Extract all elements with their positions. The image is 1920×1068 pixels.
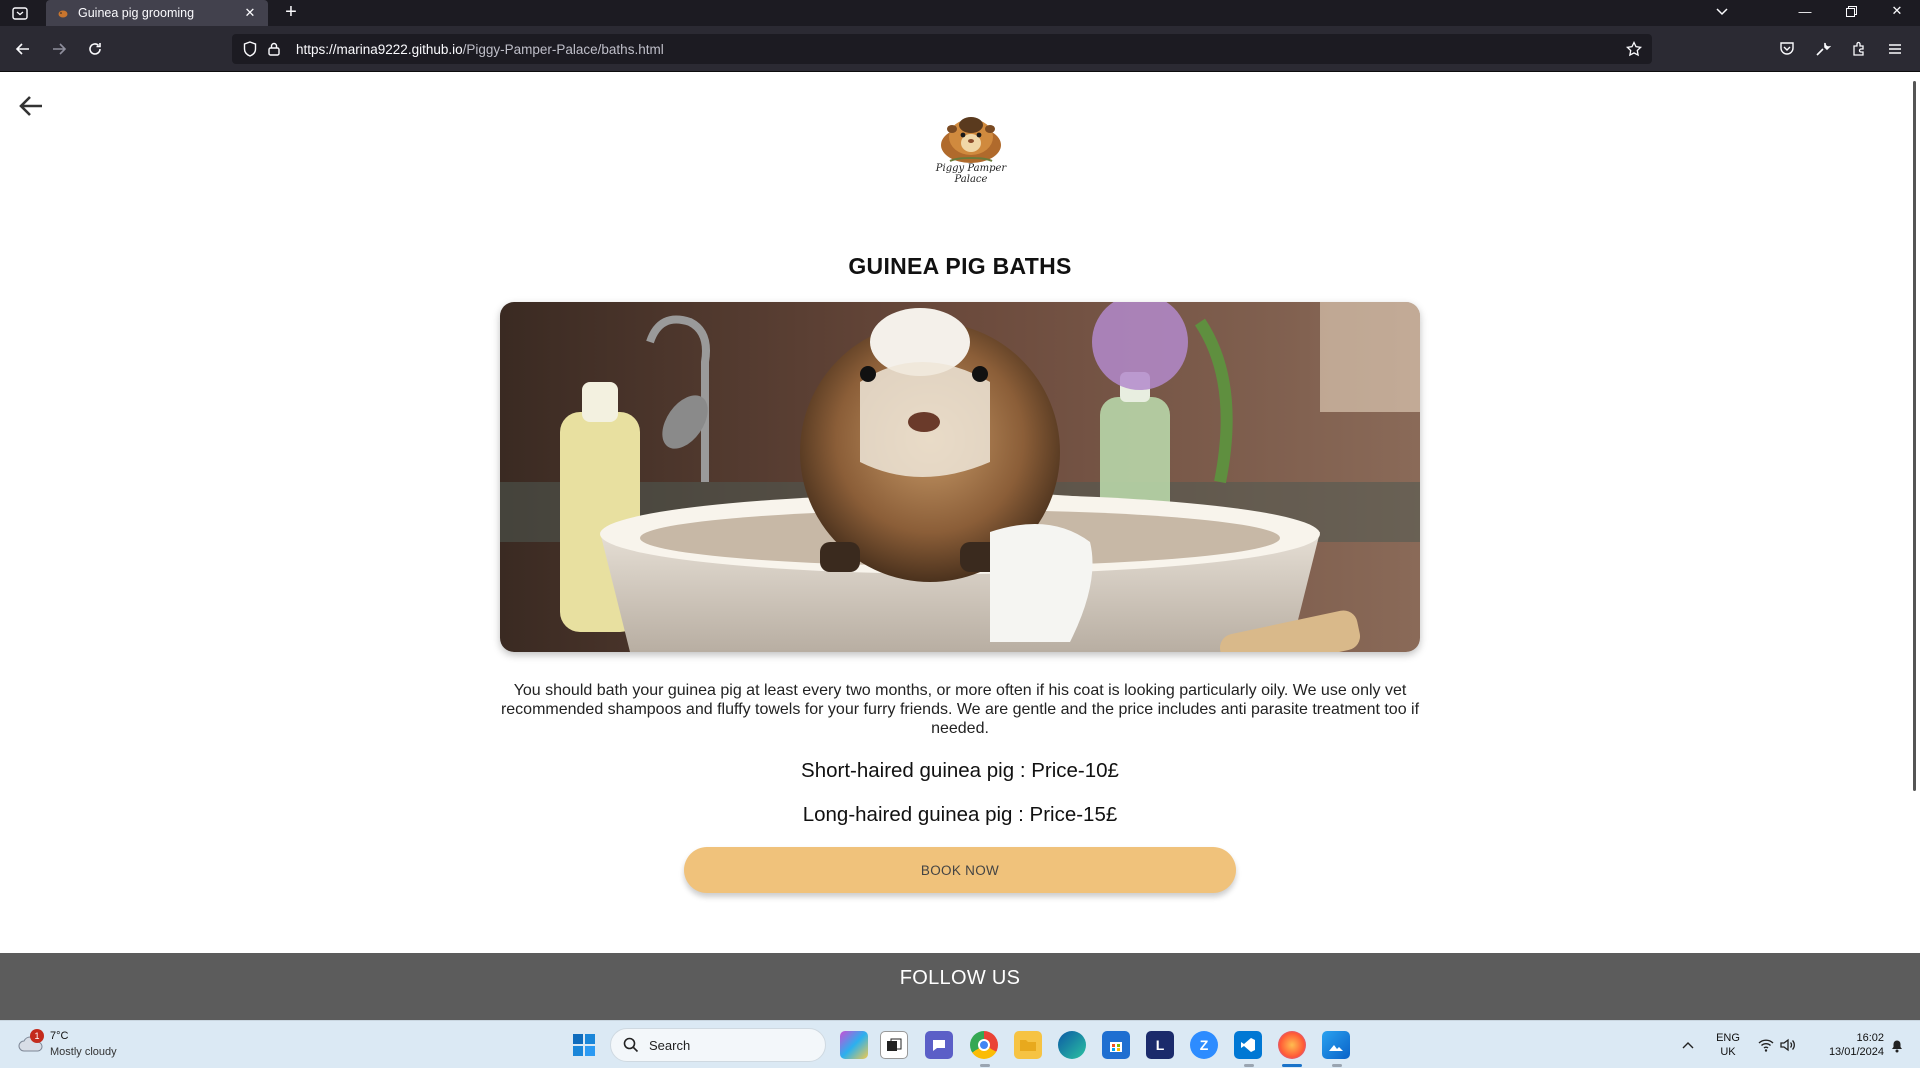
weather-condition: Mostly cloudy [50, 1046, 117, 1058]
wifi-icon[interactable] [1754, 1033, 1778, 1057]
edge-icon[interactable] [1058, 1031, 1086, 1059]
long-hair-price: Long-haired guinea pig : Price-15£ [802, 803, 1118, 826]
search-icon [623, 1037, 639, 1053]
weather-temperature: 7°C [50, 1030, 69, 1042]
book-now-button[interactable]: BOOK NOW [684, 847, 1236, 893]
microsoft-store-icon[interactable] [1102, 1031, 1130, 1059]
chevron-down-icon[interactable] [1710, 0, 1734, 22]
hamburger-menu-icon[interactable] [1884, 38, 1906, 60]
forward-icon[interactable] [46, 36, 72, 62]
firefox-icon[interactable] [1278, 1031, 1306, 1059]
guinea-pig-favicon-icon [56, 6, 70, 20]
reload-icon[interactable] [82, 36, 108, 62]
scrollbar-thumb[interactable] [1913, 81, 1916, 791]
browser-navigation-bar: https://marina9222.github.io/Piggy-Pampe… [0, 26, 1920, 72]
active-tab[interactable]: Guinea pig grooming ✕ [46, 0, 268, 26]
photos-app-icon[interactable] [1322, 1031, 1350, 1059]
browser-tab-bar: Guinea pig grooming ✕ + — ✕ [0, 0, 1920, 26]
zoom-icon[interactable]: Z [1190, 1031, 1218, 1059]
notification-badge: 1 [30, 1029, 44, 1043]
page-title: GUINEA PIG BATHS [848, 253, 1072, 279]
bookmark-star-icon[interactable] [1624, 39, 1644, 59]
close-tab-icon[interactable]: ✕ [242, 5, 258, 21]
new-tab-plus-icon[interactable]: + [280, 0, 302, 24]
site-logo[interactable]: Piggy Pamper Palace [928, 107, 1014, 201]
windows-start-icon[interactable] [572, 1033, 596, 1057]
hero-image-guinea-pig-in-bath [500, 302, 1420, 652]
volume-icon[interactable] [1776, 1033, 1800, 1057]
extensions-icon[interactable] [1848, 38, 1870, 60]
minimize-window-icon[interactable]: — [1782, 0, 1828, 22]
file-explorer-icon[interactable] [1014, 1031, 1042, 1059]
chevron-up-icon[interactable] [1676, 1033, 1700, 1057]
close-window-icon[interactable]: ✕ [1874, 0, 1920, 22]
lock-icon[interactable] [264, 39, 284, 59]
task-view-icon[interactable] [880, 1031, 908, 1059]
chrome-running-indicator [980, 1064, 990, 1067]
tracking-shield-icon[interactable] [240, 39, 260, 59]
chrome-icon[interactable] [970, 1031, 998, 1059]
web-page: Piggy Pamper Palace GUINEA PIG BATHS You… [0, 73, 1920, 1020]
address-bar[interactable]: https://marina9222.github.io/Piggy-Pampe… [232, 34, 1652, 64]
search-label: Search [649, 1037, 691, 1053]
back-arrow-icon[interactable] [16, 91, 46, 121]
logo-text: Piggy Pamper Palace [935, 163, 1007, 185]
scrollbar[interactable] [1906, 73, 1920, 1020]
bath-description: You should bath your guinea pig at least… [500, 682, 1420, 737]
system-clock[interactable]: 16:02 13/01/2024 [1808, 1031, 1884, 1059]
pocket-icon[interactable] [1776, 38, 1798, 60]
notification-bell-icon[interactable] [1886, 1033, 1908, 1057]
short-hair-price: Short-haired guinea pig : Price-10£ [801, 759, 1119, 782]
l-app-icon[interactable]: L [1146, 1031, 1174, 1059]
photos-running-indicator [1332, 1064, 1342, 1067]
teams-chat-icon[interactable] [925, 1031, 953, 1059]
windows-taskbar: 1 7°C Mostly cloudy Search L Z ENG UK 16… [0, 1020, 1920, 1068]
vscode-running-indicator [1244, 1064, 1254, 1067]
back-icon[interactable] [10, 36, 36, 62]
firefox-active-indicator [1282, 1064, 1302, 1067]
taskbar-search[interactable]: Search [610, 1028, 826, 1062]
tab-list-icon[interactable] [8, 2, 32, 24]
url-text[interactable]: https://marina9222.github.io/Piggy-Pampe… [296, 42, 664, 57]
tab-title: Guinea pig grooming [78, 6, 195, 20]
footer: FOLLOW US [0, 953, 1920, 1020]
guinea-pig-logo-icon [941, 117, 1001, 163]
restore-window-icon[interactable] [1828, 0, 1874, 22]
wrench-icon[interactable] [1812, 38, 1834, 60]
copilot-icon[interactable] [840, 1031, 868, 1059]
footer-title: FOLLOW US [899, 967, 1021, 989]
weather-widget[interactable]: 1 7°C Mostly cloudy [16, 1027, 156, 1063]
language-indicator[interactable]: ENG UK [1713, 1031, 1743, 1059]
vscode-icon[interactable] [1234, 1031, 1262, 1059]
